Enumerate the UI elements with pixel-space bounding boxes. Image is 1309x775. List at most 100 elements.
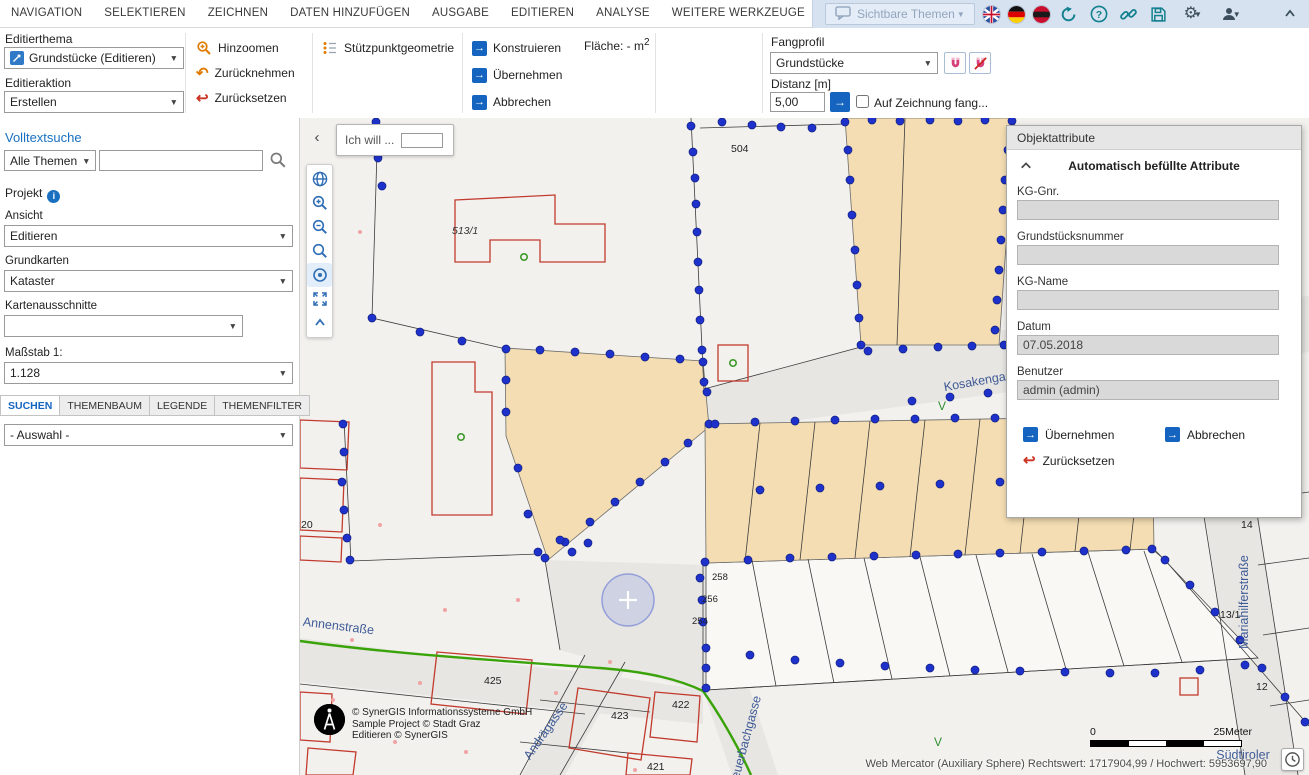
massstab-select[interactable]: 1.128 ▼ [4,362,293,384]
stuetzpunktgeometrie-button[interactable]: Stützpunktgeometrie [322,38,454,58]
kg-name-input[interactable] [1017,290,1279,310]
visible-themes-button[interactable]: Sichtbare Themen ▼ [825,3,975,25]
kartenausschnitte-select[interactable]: ▼ [4,315,243,337]
info-icon[interactable]: i [47,190,60,203]
svg-text:14: 14 [1241,519,1253,531]
volltextsuche-heading[interactable]: Volltextsuche [5,130,82,145]
snap-magnet-button[interactable] [944,52,966,74]
tab-analyse[interactable]: ANALYSE [585,0,661,27]
chevron-down-icon: ▼ [170,53,178,63]
grundkarten-value: Kataster [10,274,55,288]
panel-zuruecksetzen-button[interactable]: ↩ Zurücksetzen [1023,453,1115,468]
tab-zeichnen[interactable]: ZEICHNEN [197,0,279,27]
konstruieren-label: Konstruieren [493,41,561,55]
search-icon[interactable] [269,151,287,174]
tab-themenfilter[interactable]: THEMENFILTER [215,395,310,416]
editierthema-select[interactable]: Grundstücke (Editieren) ▼ [4,47,184,69]
tab-ausgabe[interactable]: AUSGABE [421,0,500,27]
kg-gnr-label: KG-Gnr. [1017,186,1059,198]
svg-text:254: 254 [692,616,708,627]
svg-text:513/1: 513/1 [452,225,478,237]
chevron-down-icon: ▼ [279,368,287,378]
time-series-clock-button[interactable] [1281,748,1304,771]
panel-abbrechen-button[interactable]: → Abbrechen [1165,427,1245,442]
zuruecksetzen-button[interactable]: ↩ Zurücksetzen [196,88,287,108]
tab-editieren[interactable]: EDITIEREN [500,0,585,27]
ribbon-separator [312,33,313,113]
scalebar-start-label: 0 [1090,726,1096,738]
tab-selektieren[interactable]: SELEKTIEREN [93,0,196,27]
full-extent-button[interactable] [307,287,332,311]
abbrechen-button[interactable]: → Abbrechen [472,92,551,112]
svg-text:12: 12 [1256,681,1268,693]
user-account-icon[interactable]: ▼ [1216,3,1246,25]
kg-gnr-input[interactable] [1017,200,1279,220]
center-position-button[interactable] [307,263,332,287]
editieraktion-select[interactable]: Erstellen ▼ [4,91,184,113]
synergis-logo [314,704,345,735]
flag-german-icon[interactable] [1008,6,1025,23]
svg-text:V: V [938,399,946,413]
fangprofil-select[interactable]: Grundstücke ▼ [770,52,938,74]
ich-will-box[interactable]: Ich will ... [336,124,454,156]
map-copyright: © SynerGIS Informationssysteme GmbH Samp… [314,704,532,742]
chevron-down-icon: ▼ [82,156,90,166]
datum-input[interactable] [1017,335,1279,355]
flag-third-language-icon[interactable] [1033,6,1050,23]
snap-cursor [602,574,654,626]
tab-daten-hinzufuegen[interactable]: DATEN HINZUFÜGEN [279,0,421,27]
ribbon-separator [185,33,186,113]
distanz-apply-button[interactable]: → [830,92,850,112]
section-title: Automatisch befüllte Attribute [1007,159,1301,173]
fulltext-search-input[interactable] [99,150,263,171]
chevron-down-icon: ▼ [279,231,287,241]
auf-zeichnung-checkbox[interactable] [856,95,869,108]
toolbar-collapse-icon[interactable] [307,311,332,335]
tab-suchen[interactable]: SUCHEN [0,395,60,416]
sidebar-collapse-button[interactable]: ‹ [308,128,326,146]
ich-will-input[interactable] [401,133,443,148]
tab-navigation[interactable]: NAVIGATION [0,0,93,27]
collapse-ribbon-icon[interactable] [1279,3,1301,25]
refresh-icon[interactable] [1058,3,1080,25]
search-theme-value: Alle Themen [10,154,77,168]
svg-text:20: 20 [301,519,313,531]
zoom-out-button[interactable] [307,215,332,239]
benutzer-input[interactable] [1017,380,1279,400]
grundstuecksnummer-input[interactable] [1017,245,1279,265]
search-theme-select[interactable]: Alle Themen ▼ [4,150,96,171]
copyright-line: Sample Project © Stadt Graz [352,719,481,730]
help-icon[interactable]: ? [1088,3,1110,25]
zoom-in-button[interactable] [307,191,332,215]
tab-themenbaum[interactable]: THEMENBAUM [60,395,150,416]
editieraktion-value: Erstellen [10,95,57,109]
kg-name-label: KG-Name [1017,276,1068,288]
grundkarten-select[interactable]: Kataster ▼ [4,270,293,292]
tab-weitere-werkzeuge[interactable]: WEITERE WERKZEUGE [661,0,816,27]
hinzoomen-button[interactable]: Hinzoomen [196,38,279,58]
panel-uebernehmen-button[interactable]: → Übernehmen [1023,427,1114,442]
konstruieren-button[interactable]: → Konstruieren [472,38,561,58]
link-icon[interactable] [1118,3,1140,25]
auswahl-select[interactable]: - Auswahl - ▼ [4,424,293,446]
auswahl-value: - Auswahl - [10,428,69,442]
chevron-down-icon: ▼ [924,58,932,68]
distanz-input[interactable] [770,92,825,112]
ansicht-select[interactable]: Editieren ▼ [4,225,293,247]
settings-gear-icon[interactable]: ⚙▼ [1178,3,1208,25]
panel-header[interactable]: Objektattribute [1007,126,1301,150]
tab-legende[interactable]: LEGENDE [150,395,215,416]
svg-text:425: 425 [484,675,502,687]
zoom-window-button[interactable] [307,239,332,263]
ansicht-label: Ansicht [5,210,43,222]
uebernehmen-button[interactable]: → Übernehmen [472,65,562,85]
svg-text:Mariahilferstraße: Mariahilferstraße [1237,555,1251,649]
panel-uebernehmen-label: Übernehmen [1045,428,1114,442]
snap-off-magnet-button[interactable] [969,52,991,74]
flag-english-icon[interactable] [983,6,1000,23]
zuruecknehmen-button[interactable]: ↶ Zurücknehmen [196,63,295,83]
visible-themes-label: Sichtbare Themen [857,7,955,21]
cancel-arrow-icon: → [472,95,487,110]
overview-globe-button[interactable] [307,167,332,191]
save-icon[interactable] [1148,3,1170,25]
